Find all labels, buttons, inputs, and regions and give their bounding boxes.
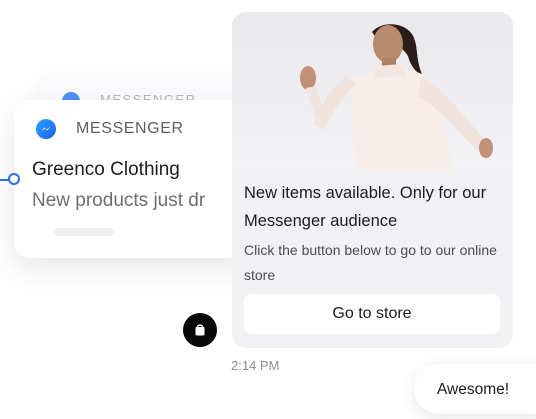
- notification-faded-line: [54, 228, 114, 236]
- message-card: New items available. Only for our Messen…: [232, 12, 513, 348]
- messenger-logo-icon: [36, 119, 56, 139]
- go-to-store-button[interactable]: Go to store: [244, 294, 500, 334]
- notification-card[interactable]: MESSENGER Greenco Clothing New products …: [14, 100, 256, 258]
- back-app-name: MESSENGER: [100, 92, 197, 100]
- connector-dot: [8, 173, 20, 185]
- notification-body: New products just dr: [32, 190, 206, 211]
- notification-header: MESSENGER: [36, 119, 184, 139]
- shop-avatar[interactable]: [183, 313, 217, 347]
- app-name: MESSENGER: [76, 120, 184, 137]
- notification-title: Greenco Clothing: [32, 159, 180, 180]
- reply-text: Awesome!: [437, 381, 510, 398]
- message-subtitle: Click the button below to go to our onli…: [244, 242, 497, 283]
- shopping-bag-icon: [195, 324, 205, 336]
- product-image[interactable]: [232, 12, 513, 170]
- message-timestamp: 2:14 PM: [231, 358, 280, 373]
- message-title: New items available. Only for our Messen…: [244, 184, 487, 230]
